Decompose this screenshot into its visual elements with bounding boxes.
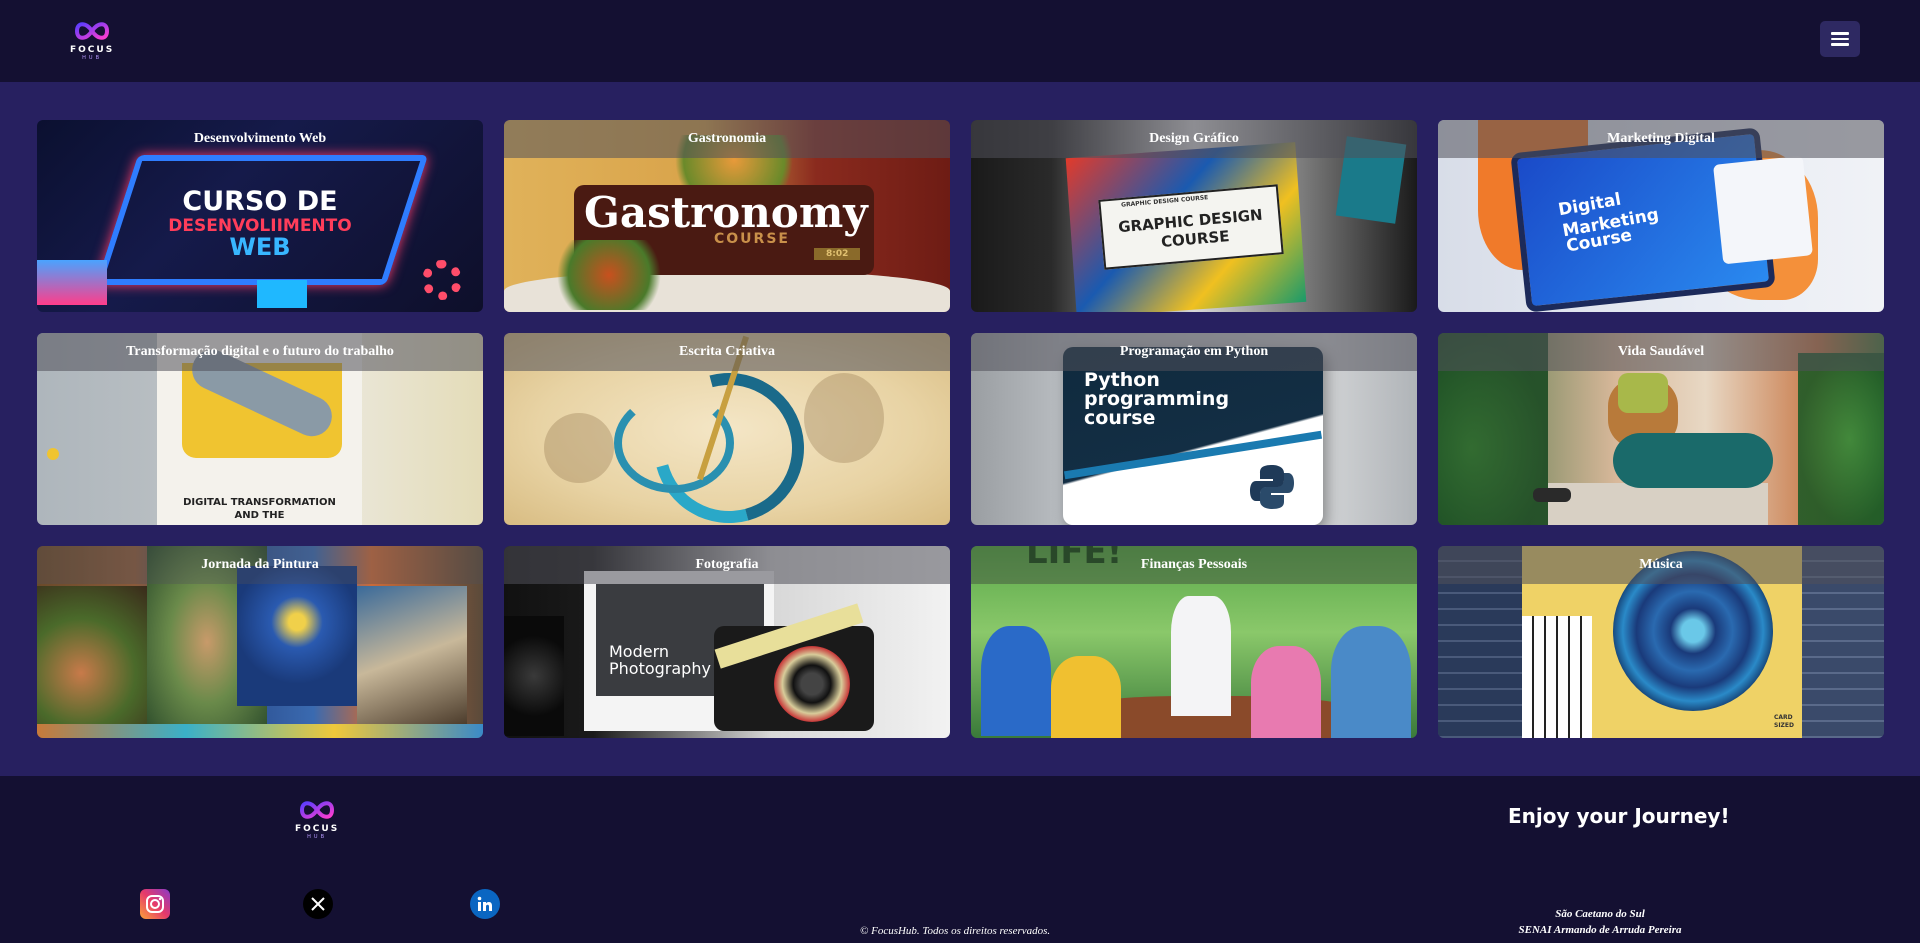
infinity-logo-icon: [75, 22, 110, 40]
course-grid: CURSO DE DESENVOLIIMENTO WEB Desenvolvim…: [37, 120, 1884, 738]
card-art-text: Gastronomy: [584, 188, 868, 237]
card-art-text: SIZED: [1774, 722, 1794, 729]
course-title: Fotografia: [695, 557, 759, 572]
course-title: Vida Saudável: [1617, 344, 1705, 359]
dumbbell-icon: [1533, 488, 1571, 502]
course-card-musica[interactable]: CARD SIZED Música: [1438, 546, 1884, 738]
course-card-gastronomia[interactable]: Gastronomy COURSE 8:02 Gastronomia: [504, 120, 950, 312]
logo-subtext: HUB: [82, 55, 103, 61]
logo-subtext: HUB: [307, 834, 328, 840]
lens-icon: [504, 616, 564, 736]
course-card-transformacao-digital[interactable]: DIGITAL TRANSFORMATION AND THE Transform…: [37, 333, 483, 525]
course-card-jornada-pintura[interactable]: Jornada da Pintura: [37, 546, 483, 738]
card-art-text: DIGITAL TRANSFORMATION: [183, 497, 336, 508]
course-title: Gastronomia: [687, 131, 767, 146]
logo-text: FOCUS: [70, 45, 115, 55]
card-art-text: COURSE: [714, 231, 790, 247]
address-line-1: São Caetano do Sul: [1555, 908, 1645, 920]
card-art-text: Photography: [609, 659, 711, 678]
course-title: Escrita Criativa: [678, 344, 776, 359]
linkedin-link[interactable]: [470, 889, 500, 919]
footer-tagline: Enjoy your Journey!: [1508, 804, 1730, 828]
instagram-link[interactable]: [140, 889, 170, 919]
card-art-text: 8:02: [814, 248, 861, 260]
linkedin-icon: [477, 896, 492, 911]
hamburger-menu-icon: [1831, 32, 1849, 35]
card-art-text: WEB: [229, 233, 291, 261]
course-card-financas-pessoais[interactable]: LIFE! Finanças Pessoais: [971, 546, 1417, 738]
python-logo-icon: [1250, 465, 1294, 509]
piano-keys-icon: [1522, 616, 1592, 738]
copyright-text: © FocusHub. Todos os direitos reservados…: [860, 925, 1051, 937]
card-art-text: CARD: [1774, 714, 1793, 721]
logo-text: FOCUS: [295, 824, 340, 834]
course-title: Transformação digital e o futuro do trab…: [126, 344, 394, 359]
course-card-desenvolvimento-web[interactable]: CURSO DE DESENVOLIIMENTO WEB Desenvolvim…: [37, 120, 483, 312]
course-title: Desenvolvimento Web: [193, 131, 327, 146]
card-art-text: AND THE: [234, 510, 285, 521]
focus-hub-logo[interactable]: FOCUS HUB: [70, 18, 114, 61]
hamburger-menu-button[interactable]: [1820, 21, 1860, 57]
x-link[interactable]: [303, 889, 333, 919]
address-line-2: SENAI Armando de Arruda Pereira: [1518, 924, 1682, 936]
card-art-text: course: [1084, 407, 1156, 429]
course-card-fotografia[interactable]: Modern Photography Fotografia: [504, 546, 950, 738]
course-title: Jornada da Pintura: [201, 557, 319, 572]
x-icon: [311, 897, 325, 911]
site-header: FOCUS HUB: [0, 0, 1920, 82]
course-card-marketing-digital[interactable]: Digital Marketing Course Marketing Digit…: [1438, 120, 1884, 312]
course-card-programacao-python[interactable]: Python programming course Programação em…: [971, 333, 1417, 525]
instagram-icon: [146, 895, 164, 913]
gear-icon: [422, 260, 462, 300]
infinity-logo-icon: [300, 801, 335, 819]
course-title: Marketing Digital: [1607, 131, 1715, 146]
course-card-design-grafico[interactable]: GRAPHIC DESIGN COURSE GRAPHIC DESIGN COU…: [971, 120, 1417, 312]
card-art-text: CURSO DE: [182, 186, 338, 217]
course-card-vida-saudavel[interactable]: Vida Saudável: [1438, 333, 1884, 525]
course-card-escrita-criativa[interactable]: Escrita Criativa: [504, 333, 950, 525]
course-title: Finanças Pessoais: [1140, 557, 1248, 572]
course-title: Música: [1639, 557, 1683, 572]
footer-logo[interactable]: FOCUS HUB: [295, 797, 339, 840]
course-title: Programação em Python: [1119, 344, 1269, 359]
course-title: Design Gráfico: [1149, 131, 1239, 146]
